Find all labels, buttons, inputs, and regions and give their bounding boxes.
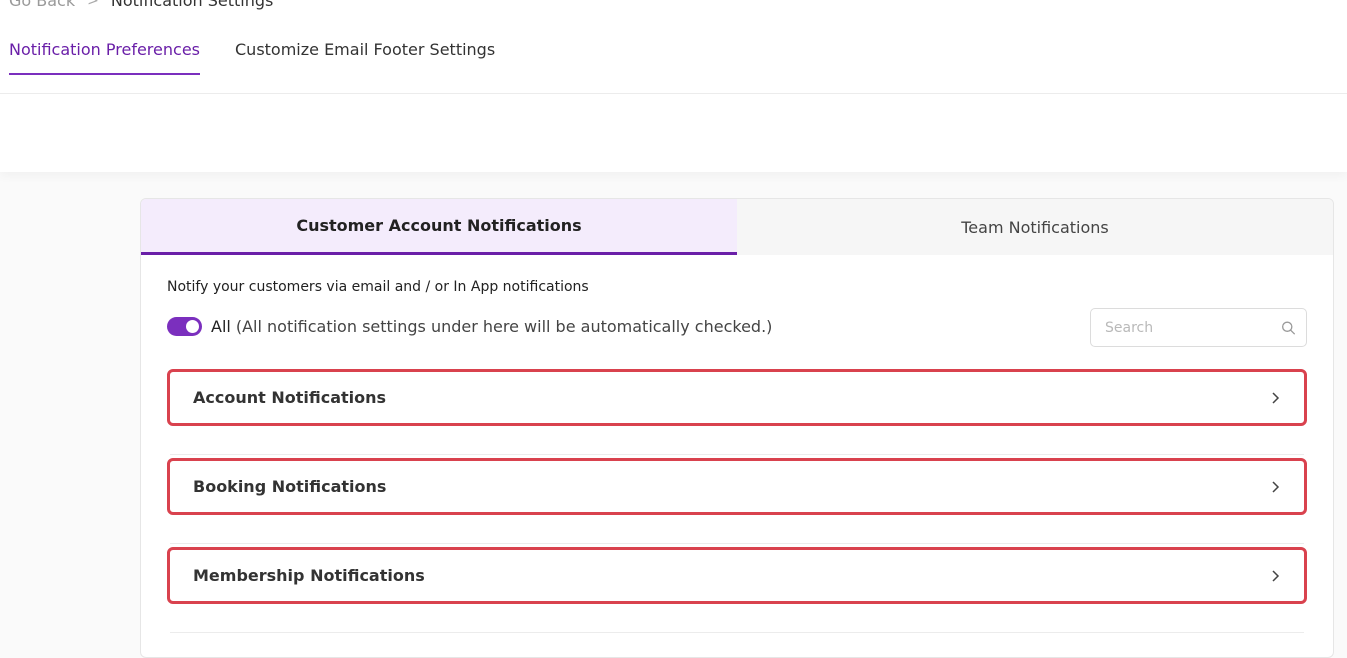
toggle-knob <box>186 320 199 333</box>
all-toggle[interactable] <box>167 317 202 336</box>
chevron-right-icon <box>1272 569 1280 582</box>
section-label: Account Notifications <box>193 388 387 407</box>
breadcrumb-separator-icon: > <box>87 0 99 9</box>
intro-text: Notify your customers via email and / or… <box>167 279 589 295</box>
tab-notification-preferences[interactable]: Notification Preferences <box>9 40 200 75</box>
chevron-right-icon <box>1272 391 1280 404</box>
search-icon[interactable] <box>1281 319 1296 337</box>
tab-customize-email-footer[interactable]: Customize Email Footer Settings <box>235 40 495 75</box>
section-divider <box>170 543 1304 544</box>
all-toggle-label: All <box>211 317 231 336</box>
section-label: Booking Notifications <box>193 477 387 496</box>
chevron-right-icon <box>1272 480 1280 493</box>
section-divider <box>170 454 1304 455</box>
search-box <box>1090 308 1307 347</box>
section-booking-notifications[interactable]: Booking Notifications <box>167 458 1307 515</box>
notifications-card: Customer Account Notifications Team Noti… <box>140 198 1334 658</box>
section-account-notifications[interactable]: Account Notifications <box>167 369 1307 426</box>
page-tabs: Notification Preferences Customize Email… <box>9 40 530 75</box>
tab-customer-account-notifications[interactable]: Customer Account Notifications <box>141 199 737 255</box>
section-membership-notifications[interactable]: Membership Notifications <box>167 547 1307 604</box>
all-toggle-description: (All notification settings under here wi… <box>235 317 773 336</box>
page-header: Go Back > Notification Settings Notifica… <box>0 0 1347 172</box>
card-tabs: Customer Account Notifications Team Noti… <box>141 199 1333 255</box>
header-divider <box>0 93 1347 94</box>
go-back-link[interactable]: Go Back <box>9 0 75 10</box>
tab-team-notifications[interactable]: Team Notifications <box>737 199 1333 255</box>
breadcrumb-current: Notification Settings <box>110 0 274 10</box>
section-label: Membership Notifications <box>193 566 425 585</box>
breadcrumb: Go Back > Notification Settings <box>9 0 273 10</box>
section-divider <box>170 632 1304 633</box>
search-input[interactable] <box>1103 318 1281 337</box>
all-toggle-row: All (All notification settings under her… <box>167 317 772 336</box>
